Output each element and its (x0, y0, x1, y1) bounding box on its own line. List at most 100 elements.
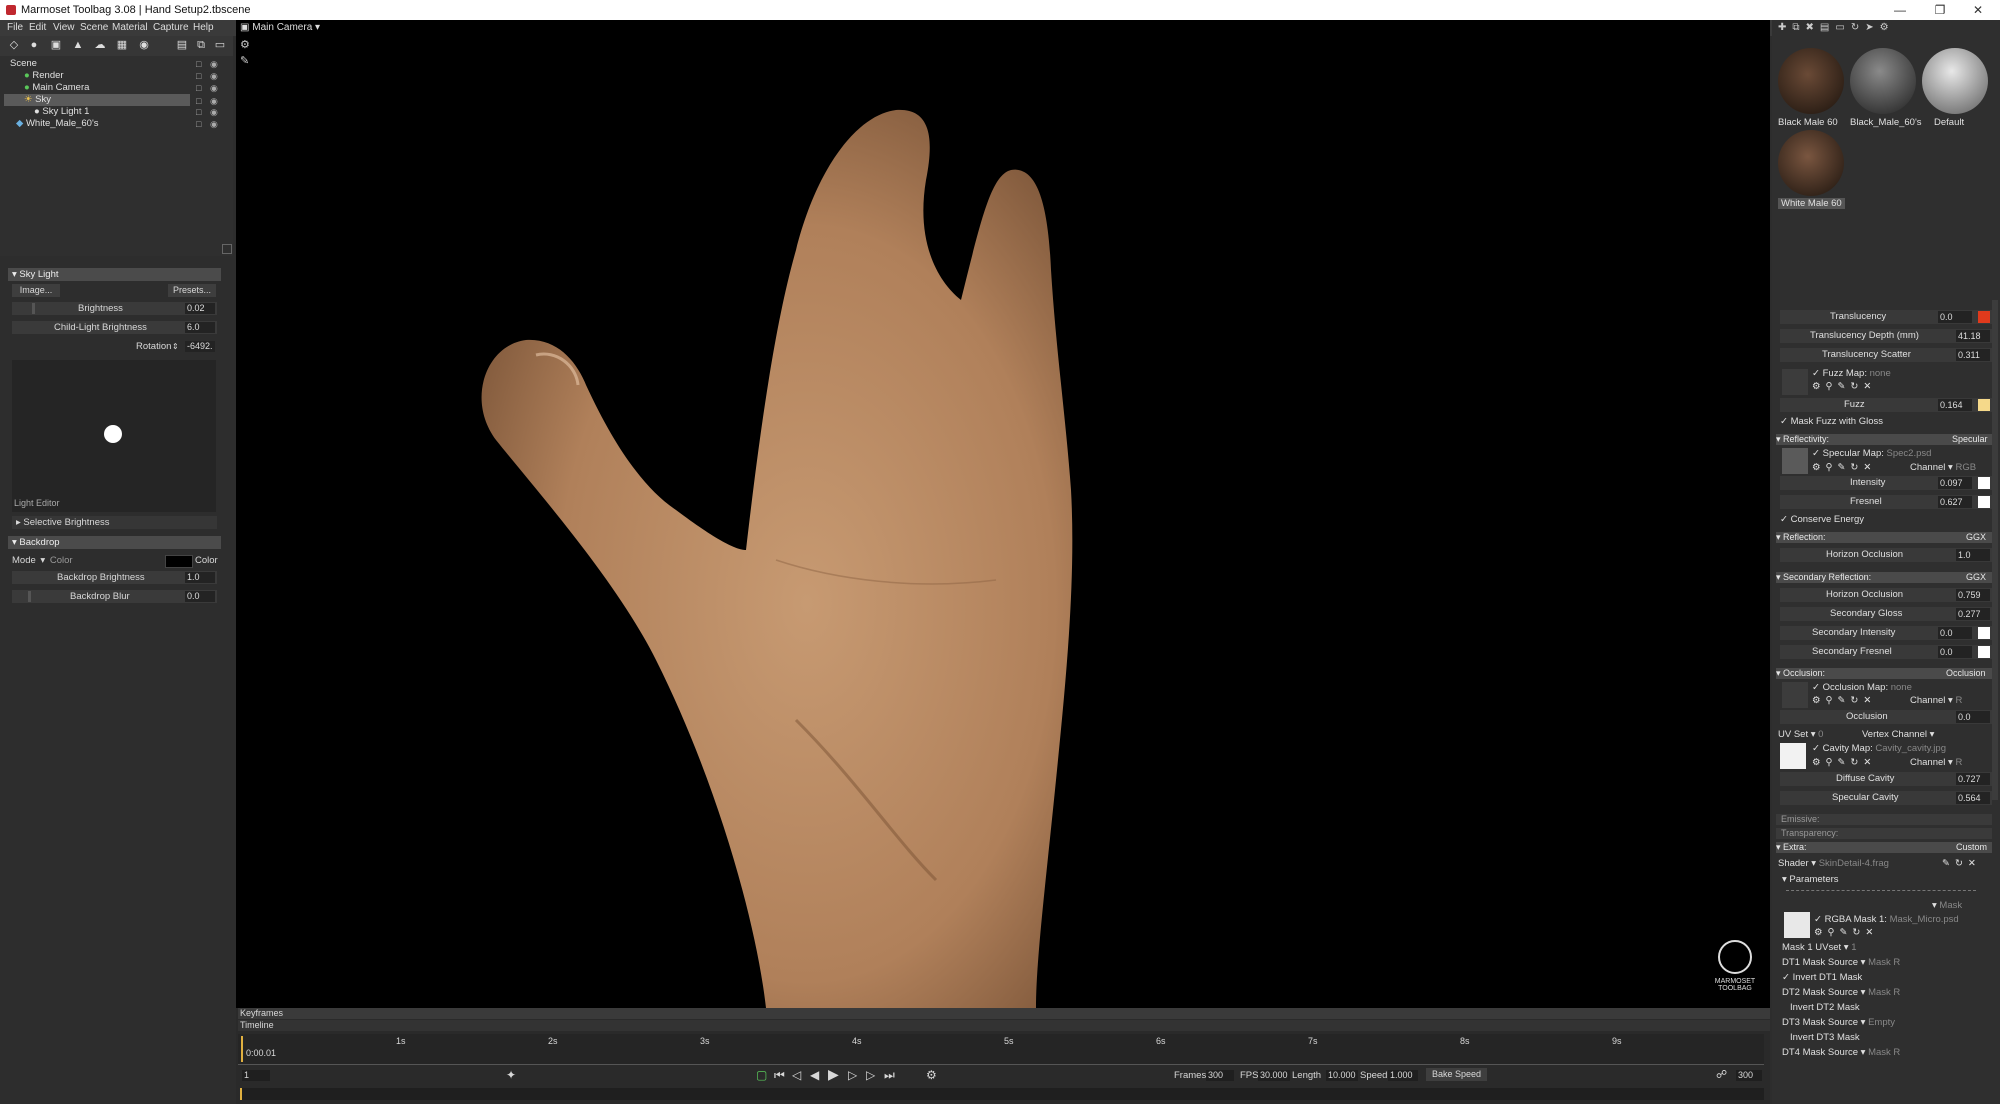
specular-cavity-slider[interactable]: Specular Cavity 0.564 (1780, 791, 1992, 805)
translucency-depth-slider[interactable]: Translucency Depth (mm) 41.18 (1780, 329, 1992, 343)
horizon-value[interactable]: 1.0 (1956, 549, 1990, 561)
add-group-icon[interactable]: ▦ (116, 40, 128, 51)
occlusion-map-thumb[interactable] (1782, 682, 1808, 708)
add-sky-icon[interactable]: ◉ (138, 40, 150, 51)
extra-section-header[interactable]: ▾ Extra: Custom (1776, 842, 1992, 853)
horizon-value[interactable]: 0.759 (1956, 589, 1990, 601)
brightness-value[interactable]: 0.02 (185, 303, 215, 314)
sec-fresnel-value[interactable]: 0.0 (1938, 646, 1972, 658)
sec-intensity-swatch[interactable] (1978, 627, 1990, 639)
visibility-eye-icon[interactable]: ◉ (210, 118, 218, 130)
mode-value[interactable]: Color (50, 555, 73, 566)
intensity-slider[interactable]: Intensity 0.097 (1780, 476, 1992, 490)
shader-tools-icons[interactable]: ✎↻✕ (1942, 858, 1981, 869)
menu-view[interactable]: View (53, 22, 75, 33)
occlusion-slider[interactable]: Occlusion 0.0 (1780, 710, 1992, 724)
add-camera-icon[interactable]: ▣ (50, 40, 62, 51)
extra-mode[interactable]: Custom (1956, 842, 1987, 853)
outliner-item-sky[interactable]: ☀ Sky (4, 94, 190, 106)
viewport[interactable]: ▣ Main Camera ▾ ⚙ ✎ MARMOSET TOOLBAG (236, 20, 1770, 1008)
assign-material-icon[interactable]: ✖ (1806, 22, 1820, 33)
lock-icon[interactable]: □ (196, 58, 201, 70)
add-mesh-icon[interactable]: ◇ (8, 40, 20, 51)
end-frame-value[interactable]: 300 (1736, 1070, 1762, 1081)
translucency-scatter-slider[interactable]: Translucency Scatter 0.311 (1780, 348, 1992, 362)
step-forward-icon[interactable]: ▷ (848, 1068, 857, 1082)
open-folder-icon[interactable]: ▤ (1820, 22, 1835, 33)
rotation-value[interactable]: -6492. (185, 341, 215, 352)
uv-set-row[interactable]: UV Set ▾ 0 (1778, 729, 1823, 740)
add-light-icon[interactable]: ● (28, 40, 40, 51)
visibility-eye-icon[interactable]: ◉ (210, 106, 218, 118)
dropdown-icon[interactable]: ▾ (40, 555, 45, 566)
fuzz-map-thumb[interactable] (1782, 369, 1808, 395)
timeline-bar[interactable]: Timeline (238, 1020, 1770, 1031)
backdrop-blur-value[interactable]: 0.0 (185, 591, 215, 602)
brightness-slider[interactable]: Brightness 0.02 (12, 302, 217, 315)
diffuse-cavity-slider[interactable]: Diffuse Cavity 0.727 (1780, 772, 1992, 786)
vertex-channel-select[interactable]: Vertex Channel ▾ (1862, 729, 1934, 740)
intensity-value[interactable]: 0.097 (1938, 477, 1972, 489)
child-brightness-value[interactable]: 6.0 (185, 322, 215, 333)
menu-help[interactable]: Help (193, 22, 214, 33)
delete-material-icon[interactable]: ▭ (1835, 22, 1850, 33)
scroll-down-icon[interactable] (222, 244, 232, 254)
lock-icon[interactable]: □ (196, 118, 201, 130)
menu-file[interactable]: File (7, 22, 23, 33)
outliner-item-scene[interactable]: Scene □ ◉ (4, 58, 226, 70)
color-swatch[interactable] (165, 555, 193, 568)
outliner-item-render[interactable]: ● Render □ ◉ (4, 70, 226, 82)
timeline-ruler[interactable]: 0:00.01 1s 2s 3s 4s 5s 6s 7s 8s 9s (238, 1034, 1764, 1065)
visibility-eye-icon[interactable]: ◉ (210, 58, 218, 70)
frames-value[interactable]: 300 (1206, 1070, 1234, 1081)
intensity-color-swatch[interactable] (1978, 477, 1990, 489)
link-icon[interactable]: ☍ (1716, 1068, 1727, 1081)
parameters-expander[interactable]: ▾ Parameters (1782, 874, 1839, 885)
mask-select[interactable]: ▾ Mask (1932, 900, 1962, 911)
reflection-mode[interactable]: GGX (1966, 532, 1986, 543)
reflection-section-header[interactable]: ▾ Reflection: GGX (1776, 532, 1992, 543)
export-icon[interactable]: ➤ (1865, 22, 1879, 33)
skip-end-icon[interactable]: ⏭ (884, 1068, 895, 1083)
backdrop-brightness-slider[interactable]: Backdrop Brightness 1.0 (12, 571, 217, 584)
menu-material[interactable]: Material (112, 22, 148, 33)
duplicate-material-icon[interactable]: ⧉ (1792, 22, 1805, 33)
reflectivity-section-header[interactable]: ▾ Reflectivity: Specular (1776, 434, 1992, 445)
skip-start-icon[interactable]: ⏮ (774, 1068, 785, 1083)
translucency-color-swatch[interactable] (1978, 311, 1990, 323)
light-handle[interactable] (104, 425, 122, 443)
settings-icon[interactable]: ⚙ (926, 1068, 937, 1082)
horizon-occlusion-slider[interactable]: Horizon Occlusion 1.0 (1780, 548, 1992, 562)
image-button[interactable]: Image... (12, 284, 60, 297)
invert-dt1-checkbox[interactable]: ✓ Invert DT1 Mask (1782, 972, 1862, 983)
child-light-brightness-slider[interactable]: Child-Light Brightness 6.0 (12, 321, 217, 334)
specular-cavity-value[interactable]: 0.564 (1956, 792, 1990, 804)
map-tools-icons[interactable]: ⚙⚲✎↻✕ (1812, 757, 1876, 768)
translucency-slider[interactable]: Translucency 0.0 (1780, 310, 1992, 324)
sky-light-section-header[interactable]: ▾ Sky Light (8, 268, 221, 281)
add-fog-icon[interactable]: ☁ (94, 40, 106, 51)
emissive-section-header[interactable]: Emissive: (1776, 814, 1992, 825)
minimize-icon[interactable]: — (1880, 3, 1920, 17)
invert-dt3-checkbox[interactable]: Invert DT3 Mask (1790, 1032, 1860, 1043)
presets-button[interactable]: Presets... (168, 284, 216, 297)
material-thumb-white-male-60[interactable] (1778, 130, 1844, 196)
timeline-scrollbar[interactable] (240, 1088, 1764, 1100)
settings-icon[interactable]: ⚙ (1880, 22, 1895, 33)
loop-icon[interactable]: ▢ (756, 1068, 767, 1082)
link-icon[interactable]: ↻ (1851, 22, 1865, 33)
menu-edit[interactable]: Edit (29, 22, 46, 33)
material-thumb-default[interactable] (1922, 48, 1988, 114)
specular-map-thumb[interactable] (1782, 448, 1808, 474)
secondary-intensity-slider[interactable]: Secondary Intensity 0.0 (1780, 626, 1992, 640)
material-thumb-black-male-60s[interactable] (1850, 48, 1916, 114)
keyframes-bar[interactable]: Keyframes (238, 1008, 1770, 1019)
occ-channel-select[interactable]: Channel ▾ R (1910, 695, 1962, 706)
dt2-mask-select[interactable]: DT2 Mask Source ▾ Mask R (1782, 987, 1900, 998)
curve-editor-icon[interactable]: ✦ (506, 1068, 516, 1082)
cavity-map-thumb[interactable] (1780, 743, 1806, 769)
occlusion-value[interactable]: 0.0 (1956, 711, 1990, 723)
horizon-occlusion-2-slider[interactable]: Horizon Occlusion 0.759 (1780, 588, 1992, 602)
visibility-eye-icon[interactable]: ◉ (210, 70, 218, 82)
close-icon[interactable]: ✕ (1958, 3, 1998, 17)
